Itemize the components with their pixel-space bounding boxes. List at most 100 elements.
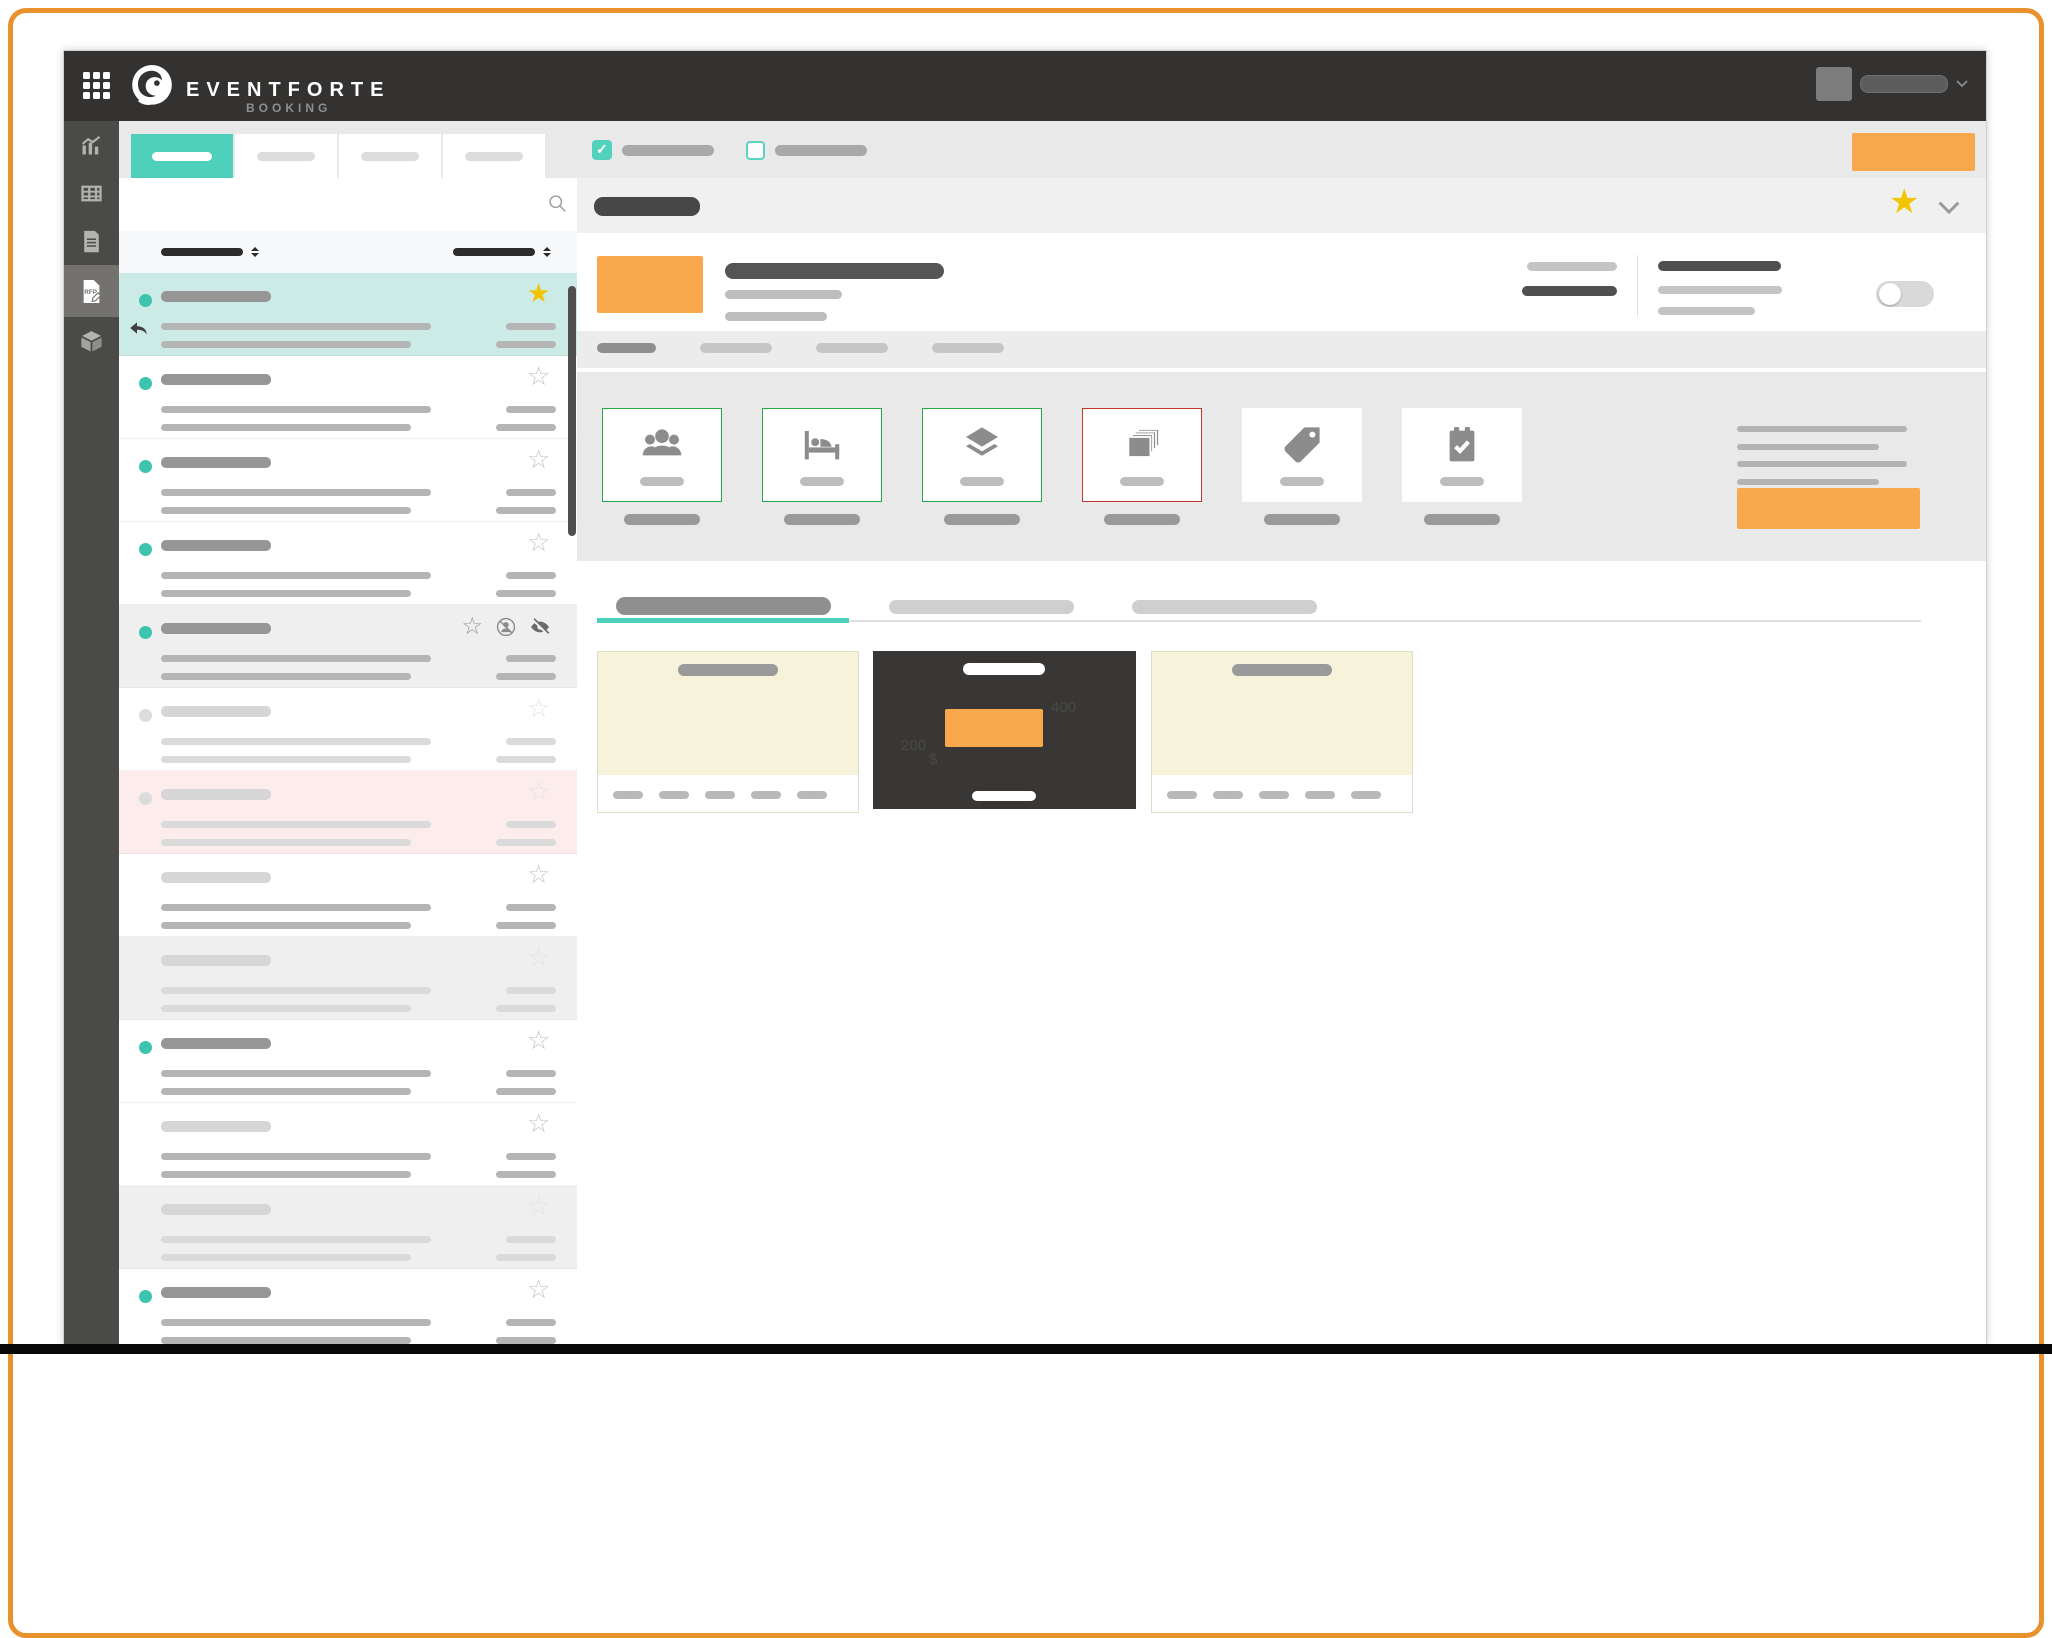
category-card[interactable] <box>602 408 722 525</box>
sort-column-1[interactable] <box>161 231 259 273</box>
favorite-star-icon[interactable] <box>527 277 550 309</box>
list-scrollbar[interactable] <box>568 286 576 536</box>
filter-option[interactable] <box>592 140 714 160</box>
primary-action-button[interactable] <box>1852 133 1975 171</box>
caption-redacted <box>972 791 1036 801</box>
toggle-switch[interactable] <box>1876 281 1934 307</box>
category-card-box[interactable] <box>922 408 1042 502</box>
category-card[interactable] <box>1082 408 1202 525</box>
redacted-value <box>506 323 556 330</box>
redacted-value <box>496 1088 556 1095</box>
favorite-star-icon[interactable] <box>527 1190 550 1222</box>
list-item[interactable] <box>119 854 577 937</box>
user-block-icon[interactable] <box>495 616 517 638</box>
report-thumbnail-3[interactable] <box>1151 651 1413 813</box>
view-tab[interactable] <box>339 134 441 178</box>
favorite-star-icon[interactable] <box>527 360 550 392</box>
category-card-box[interactable] <box>1082 408 1202 502</box>
list-item[interactable] <box>119 937 577 1020</box>
favorite-star-icon[interactable] <box>527 443 550 475</box>
category-card-box[interactable] <box>602 408 722 502</box>
list-item[interactable] <box>119 522 577 605</box>
favorite-star-icon[interactable] <box>527 941 550 973</box>
ghost-axis-label: $ <box>929 751 937 768</box>
bottom-edge-bar <box>0 1344 2052 1354</box>
detail-title-redacted <box>594 197 700 216</box>
category-card-box[interactable] <box>1402 408 1522 502</box>
panel-action-button[interactable] <box>1737 488 1920 529</box>
gallery-tab[interactable] <box>889 600 1074 614</box>
apps-grid-icon[interactable] <box>83 72 110 99</box>
category-card-box[interactable] <box>1242 408 1362 502</box>
list-item[interactable] <box>119 439 577 522</box>
card-label-redacted <box>784 514 860 525</box>
list-item[interactable] <box>119 273 577 356</box>
favorite-star-icon[interactable] <box>527 1107 550 1139</box>
sidebar-item[interactable]: RFP <box>64 265 119 317</box>
favorite-star-icon[interactable] <box>527 1273 550 1305</box>
report-thumbnail-2-selected[interactable]: 400 200 $ <box>873 651 1136 809</box>
list-item[interactable] <box>119 1103 577 1186</box>
tab-label-redacted <box>257 152 315 161</box>
list-item[interactable] <box>119 356 577 439</box>
chevron-down-icon[interactable] <box>1952 74 1972 94</box>
category-card[interactable] <box>1242 408 1362 525</box>
detail-panel: ★ <box>577 178 1986 1345</box>
checkbox[interactable] <box>746 141 765 160</box>
card-value-redacted <box>1120 477 1164 486</box>
row-title-redacted <box>161 540 271 551</box>
favorite-star-icon[interactable]: ★ <box>1889 182 1919 222</box>
sidebar-item[interactable] <box>64 217 119 265</box>
category-card[interactable] <box>1402 408 1522 525</box>
sidebar-item[interactable] <box>64 317 119 365</box>
card-value-redacted <box>1440 477 1484 486</box>
view-tab[interactable] <box>235 134 337 178</box>
view-tab[interactable] <box>131 134 233 178</box>
filter-option[interactable] <box>746 141 867 160</box>
star-icon[interactable]: ☆ <box>461 615 483 639</box>
favorite-star-icon[interactable] <box>527 1024 550 1056</box>
category-card[interactable] <box>922 408 1042 525</box>
chart-title-redacted <box>1232 664 1332 676</box>
detail-subtab[interactable] <box>597 343 656 353</box>
checkbox[interactable] <box>592 140 612 160</box>
favorite-star-icon[interactable] <box>527 858 550 890</box>
list-item[interactable] <box>119 771 577 854</box>
user-menu[interactable] <box>1816 67 1972 101</box>
detail-subtab[interactable] <box>932 343 1004 353</box>
row-title-redacted <box>161 1121 271 1132</box>
detail-subtab[interactable] <box>700 343 772 353</box>
search-input[interactable] <box>119 178 577 232</box>
view-tab[interactable] <box>443 134 545 178</box>
list-rows: ☆ <box>119 273 577 1345</box>
redacted-text <box>1737 479 1879 485</box>
category-card-box[interactable] <box>762 408 882 502</box>
detail-subtab[interactable] <box>816 343 888 353</box>
favorite-star-icon[interactable] <box>527 775 550 807</box>
list-item[interactable] <box>119 688 577 771</box>
list-item[interactable] <box>119 1020 577 1103</box>
sidebar-item[interactable] <box>64 169 119 217</box>
report-thumbnail-1[interactable] <box>597 651 859 813</box>
tick-label-redacted <box>613 791 643 799</box>
avatar[interactable] <box>1816 67 1852 101</box>
gallery-tab[interactable] <box>1132 600 1317 614</box>
list-item[interactable]: ☆ <box>119 605 577 688</box>
favorite-star-icon[interactable] <box>527 692 550 724</box>
category-card[interactable] <box>762 408 882 525</box>
list-item[interactable] <box>119 1186 577 1269</box>
redacted-text <box>161 406 431 413</box>
redacted-text <box>1658 307 1755 315</box>
brand-logo: EVENTFORTE BOOKING <box>124 57 390 115</box>
gallery-tab[interactable] <box>616 597 831 615</box>
sidebar-item[interactable] <box>64 121 119 169</box>
sort-column-2[interactable] <box>453 231 551 273</box>
favorite-star-icon[interactable] <box>527 526 550 558</box>
list-item[interactable] <box>119 1269 577 1345</box>
open-report-button[interactable] <box>945 709 1043 747</box>
collapse-chevron-icon[interactable] <box>1933 192 1965 224</box>
search-icon <box>547 193 568 214</box>
hide-eye-icon[interactable] <box>529 616 551 638</box>
card-value-redacted <box>1280 477 1324 486</box>
redacted-text <box>161 323 431 330</box>
